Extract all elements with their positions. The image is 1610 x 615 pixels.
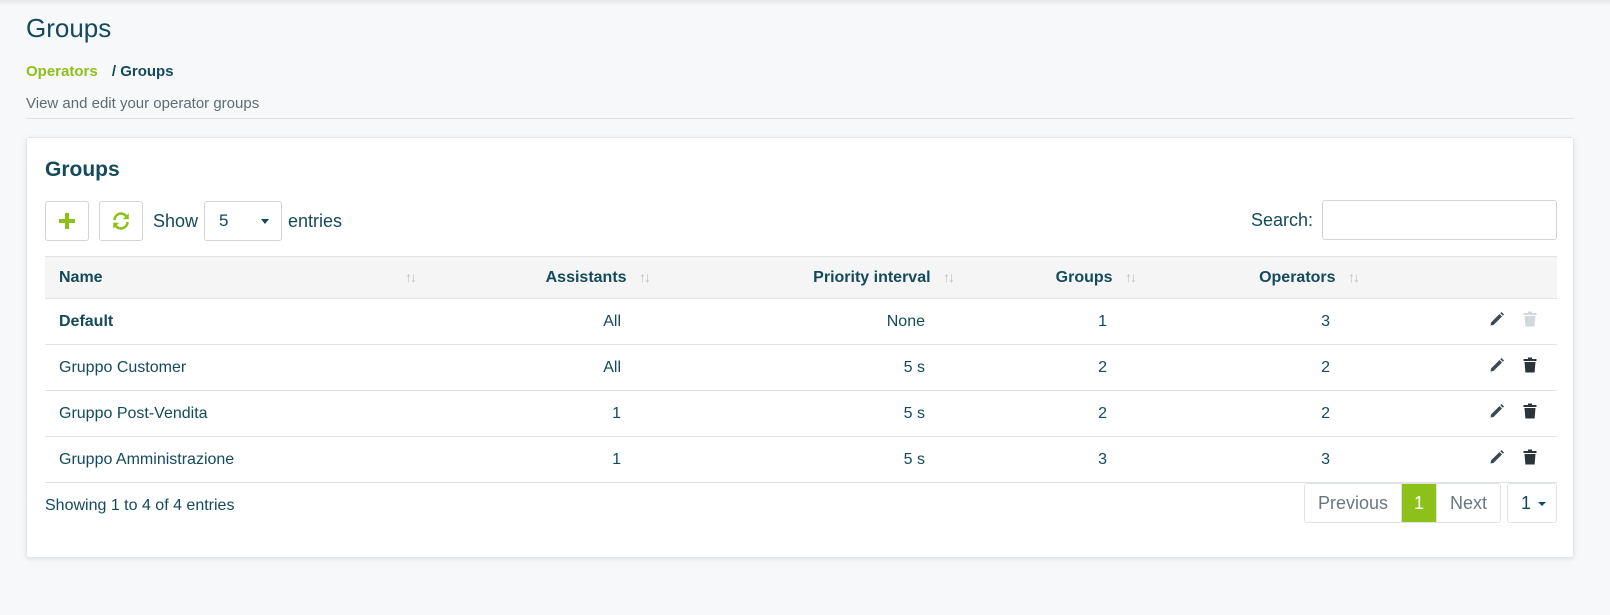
cell-priority-interval: None: [649, 298, 953, 345]
refresh-button[interactable]: [99, 201, 143, 241]
cell-actions: [1358, 298, 1557, 345]
plus-icon: [59, 213, 75, 229]
previous-page-button[interactable]: Previous: [1304, 484, 1401, 522]
pencil-icon: [1490, 358, 1504, 372]
trash-icon: [1523, 357, 1537, 373]
table-row: Gruppo Amministrazione 1 5 s 3 3: [45, 436, 1557, 483]
column-header-name[interactable]: Name ↑↓: [45, 256, 429, 299]
card-title: Groups: [45, 158, 120, 181]
breadcrumb-separator: /: [111, 63, 117, 80]
cell-assistants: All: [429, 298, 649, 345]
sort-icon: ↑↓: [405, 268, 417, 285]
groups-card: Groups Show 5 entries Search: Name ↑↓ As…: [26, 137, 1574, 558]
show-label: Show: [153, 210, 199, 231]
pencil-icon: [1490, 404, 1504, 418]
cell-assistants: All: [429, 344, 649, 391]
sort-icon: ↑↓: [943, 268, 955, 285]
cell-priority-interval: 5 s: [649, 390, 953, 437]
column-label-assistants: Assistants: [545, 268, 627, 286]
sort-icon: ↑↓: [1348, 268, 1360, 285]
delete-button-disabled: [1523, 311, 1537, 332]
edit-button[interactable]: [1489, 357, 1505, 378]
table-header-row: Name ↑↓ Assistants ↑↓ Priority interval …: [45, 256, 1557, 299]
column-label-priority-interval: Priority interval: [813, 268, 931, 286]
cell-priority-interval: 5 s: [649, 344, 953, 391]
caret-down-icon: [261, 219, 270, 224]
cell-operators: 2: [1135, 344, 1358, 391]
cell-name: Default: [45, 298, 429, 345]
table-info: Showing 1 to 4 of 4 entries: [45, 497, 235, 514]
pencil-icon: [1490, 312, 1504, 326]
trash-icon: [1523, 311, 1537, 327]
caret-down-icon: [1538, 502, 1546, 506]
edit-button[interactable]: [1489, 403, 1505, 424]
page-title: Groups: [26, 13, 112, 43]
page-jump-value: 1: [1521, 492, 1532, 513]
cell-name: Gruppo Amministrazione: [45, 436, 429, 483]
breadcrumb-link-operators[interactable]: Operators: [26, 63, 98, 80]
cell-operators: 3: [1135, 436, 1358, 483]
page-size-select[interactable]: 5: [204, 201, 283, 241]
table-row: Default All None 1 3: [45, 298, 1557, 345]
cell-operators: 3: [1135, 298, 1358, 345]
sort-icon: ↑↓: [1125, 268, 1137, 285]
cell-priority-interval: 5 s: [649, 436, 953, 483]
search-area: Search:: [1251, 200, 1557, 240]
search-input[interactable]: [1322, 200, 1557, 240]
cell-groups: 2: [953, 344, 1135, 391]
column-label-operators: Operators: [1259, 268, 1336, 286]
search-label: Search:: [1250, 209, 1313, 230]
pagination-buttons: Previous 1 Next: [1303, 483, 1501, 523]
groups-table: Name ↑↓ Assistants ↑↓ Priority interval …: [45, 256, 1557, 483]
pencil-icon: [1490, 450, 1504, 464]
trash-icon: [1523, 449, 1537, 465]
table-row: Gruppo Post-Vendita 1 5 s 2 2: [45, 390, 1557, 437]
delete-button[interactable]: [1523, 449, 1537, 470]
top-shadow: [0, 0, 1610, 6]
page-size-value: 5: [219, 211, 229, 230]
add-group-button[interactable]: [45, 201, 89, 241]
next-page-button[interactable]: Next: [1435, 484, 1500, 522]
cell-groups: 3: [953, 436, 1135, 483]
breadcrumb-current: Groups: [120, 63, 174, 80]
page-button-current[interactable]: 1: [1400, 484, 1436, 522]
cell-actions: [1358, 436, 1557, 483]
page-header: Groups Operators / Groups View and edit …: [26, 12, 1574, 114]
cell-assistants: 1: [429, 436, 649, 483]
refresh-icon: [113, 212, 129, 230]
table-row: Gruppo Customer All 5 s 2 2: [45, 344, 1557, 391]
cell-name: Gruppo Post-Vendita: [45, 390, 429, 437]
column-header-actions: [1358, 256, 1557, 299]
delete-button[interactable]: [1523, 357, 1537, 378]
column-header-assistants[interactable]: Assistants ↑↓: [429, 256, 651, 299]
edit-button[interactable]: [1489, 449, 1505, 470]
page-subtitle: View and edit your operator groups: [26, 95, 260, 112]
cell-groups: 1: [953, 298, 1135, 345]
pagination: Previous 1 Next 1: [1303, 483, 1557, 523]
page-jump-select[interactable]: 1: [1507, 483, 1557, 523]
column-label-groups: Groups: [1055, 268, 1113, 286]
table-toolbar: Show 5 entries: [45, 200, 342, 242]
column-label-name: Name: [59, 268, 103, 286]
trash-icon: [1523, 403, 1537, 419]
edit-button[interactable]: [1489, 311, 1505, 332]
column-header-operators[interactable]: Operators ↑↓: [1135, 256, 1360, 299]
sort-icon: ↑↓: [639, 268, 651, 285]
cell-assistants: 1: [429, 390, 649, 437]
entries-label: entries: [288, 210, 343, 231]
column-header-priority-interval[interactable]: Priority interval ↑↓: [649, 256, 955, 299]
cell-actions: [1358, 390, 1557, 437]
cell-groups: 2: [953, 390, 1135, 437]
column-header-groups[interactable]: Groups ↑↓: [953, 256, 1137, 299]
breadcrumb: Operators / Groups: [26, 62, 1574, 82]
cell-name: Gruppo Customer: [45, 344, 429, 391]
cell-actions: [1358, 344, 1557, 391]
delete-button[interactable]: [1523, 403, 1537, 424]
header-divider: [26, 118, 1574, 119]
cell-operators: 2: [1135, 390, 1358, 437]
